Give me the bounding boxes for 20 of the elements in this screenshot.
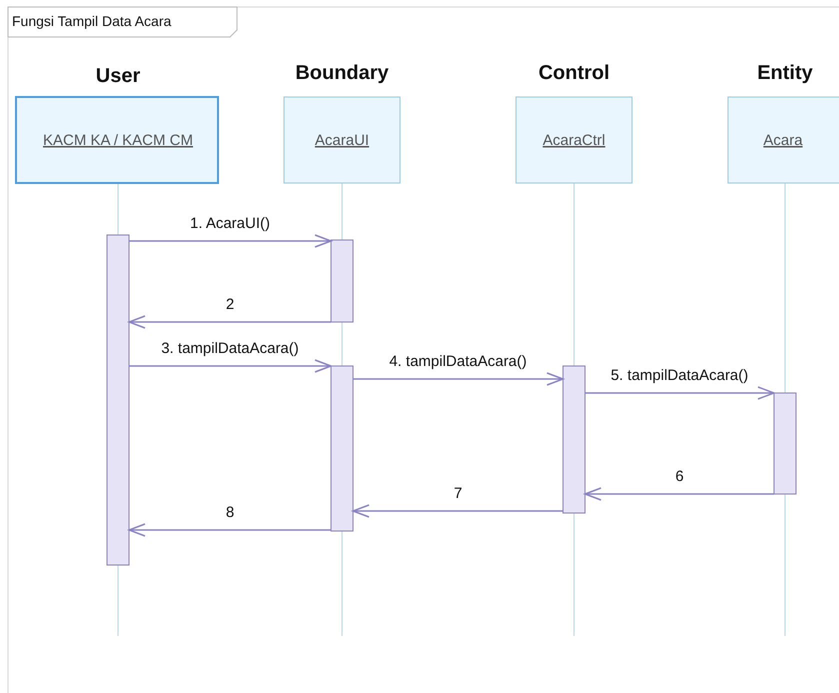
lifeline-name: AcaraUI (314, 132, 370, 149)
message-label: 6 (675, 468, 684, 485)
lifeline-box[interactable] (15, 96, 219, 184)
lifeline-header: Boundary (295, 62, 389, 84)
message-label: 4. tampilDataAcara() (389, 353, 527, 370)
frame-title: Fungsi Tampil Data Acara (12, 13, 172, 29)
message-label: 8 (226, 504, 234, 521)
message-label: 2 (226, 296, 234, 313)
lifeline-name: AcaraCtrl (542, 132, 606, 149)
lifeline-name: KACM KA / KACM CM (42, 132, 194, 149)
message-label: 5. tampilDataAcara() (610, 367, 748, 384)
lifeline-box[interactable] (516, 96, 632, 184)
message-label: 1. AcaraUI() (190, 215, 270, 232)
lifeline-name: Acara (763, 132, 803, 149)
lifeline-header: User (96, 65, 140, 87)
lifeline-header: Entity (757, 62, 813, 84)
message-label: 3. tampilDataAcara() (161, 340, 299, 357)
lifeline-box[interactable] (284, 96, 400, 184)
message-label: 7 (454, 485, 462, 502)
lifeline-header: Control (538, 62, 610, 84)
